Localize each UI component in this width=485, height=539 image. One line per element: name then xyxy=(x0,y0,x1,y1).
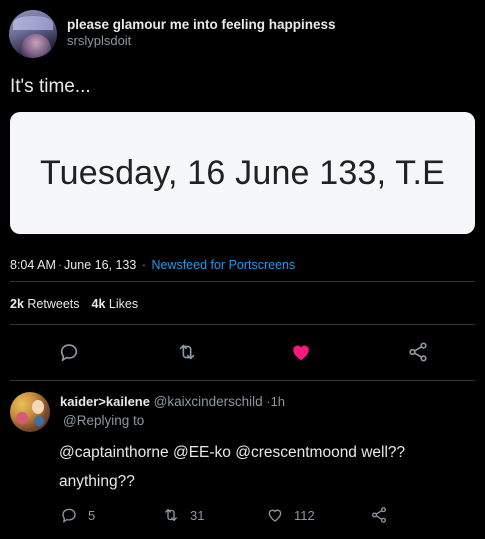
share-icon xyxy=(371,507,387,523)
replying-to[interactable]: @Replying to xyxy=(63,413,144,428)
reply-like-count: 112 xyxy=(294,507,315,523)
like-button[interactable] xyxy=(289,340,313,364)
tweet-image-card[interactable]: Tuesday, 16 June 133, T.E xyxy=(10,112,475,234)
reply-author-handle[interactable]: @kaixcinderschild xyxy=(154,394,263,409)
meta-dot: · xyxy=(57,258,63,272)
reply-like-button[interactable]: 112 xyxy=(266,506,315,524)
retweets-label: Retweets xyxy=(27,297,80,311)
reply-author-name[interactable]: kaider>kailene xyxy=(60,394,150,409)
reply-text: @captainthorne @EE-ko @crescentmoond wel… xyxy=(59,444,406,490)
retweets-stat[interactable]: 2k Retweets xyxy=(10,297,80,311)
reply-retweet-button[interactable]: 31 xyxy=(162,506,204,524)
reply-reply-button[interactable]: 5 xyxy=(60,506,95,524)
heart-outline-icon xyxy=(268,509,282,522)
reply-retweet-count: 31 xyxy=(190,507,205,523)
reply-reply-count: 5 xyxy=(88,507,96,523)
likes-label: Likes xyxy=(108,297,139,311)
divider xyxy=(10,281,475,282)
retweet-icon xyxy=(179,344,195,360)
author-name[interactable]: please glamour me into feeling happiness xyxy=(67,17,336,32)
divider xyxy=(10,380,475,381)
tweet-detail: please glamour me into feeling happiness… xyxy=(0,0,485,539)
reply-header: kaider>kailene @kaixcinderschild ·1h xyxy=(60,394,285,409)
author-handle[interactable]: srslyplsdoit xyxy=(67,33,131,48)
reply-icon xyxy=(60,344,78,362)
avatar-hair xyxy=(13,16,53,30)
share-button[interactable] xyxy=(406,340,430,364)
reply-share-button[interactable] xyxy=(370,506,398,524)
likes-stat[interactable]: 4k Likes xyxy=(92,297,139,311)
retweets-count: 2k xyxy=(10,297,24,311)
tweet-time: 8:04 AM xyxy=(10,258,56,272)
retweet-icon xyxy=(165,509,177,521)
tweet-text: It's time... xyxy=(10,76,91,97)
reply-button[interactable] xyxy=(57,340,81,364)
tweet-stats: 2k Retweets 4k Likes xyxy=(10,297,138,311)
meta-dot: · xyxy=(138,258,150,272)
tweet-date[interactable]: June 16, 133 xyxy=(64,258,136,272)
retweet-button[interactable] xyxy=(175,340,199,364)
likes-count: 4k xyxy=(91,297,106,311)
share-icon xyxy=(409,342,427,362)
divider xyxy=(10,324,475,325)
card-date-text: Tuesday, 16 June 133, T.E xyxy=(39,153,446,192)
avatar-figure xyxy=(21,34,51,58)
tweet-meta: 8:04 AM · June 16, 133 · Newsfeed for Port… xyxy=(10,258,295,272)
reply-author-avatar[interactable] xyxy=(10,392,50,432)
reply-time[interactable]: 1h xyxy=(271,394,285,409)
heart-icon xyxy=(293,345,309,361)
author-avatar[interactable] xyxy=(9,10,57,58)
reply-icon xyxy=(62,508,76,523)
tweet-source[interactable]: Newsfeed for Portscreens xyxy=(151,258,295,272)
